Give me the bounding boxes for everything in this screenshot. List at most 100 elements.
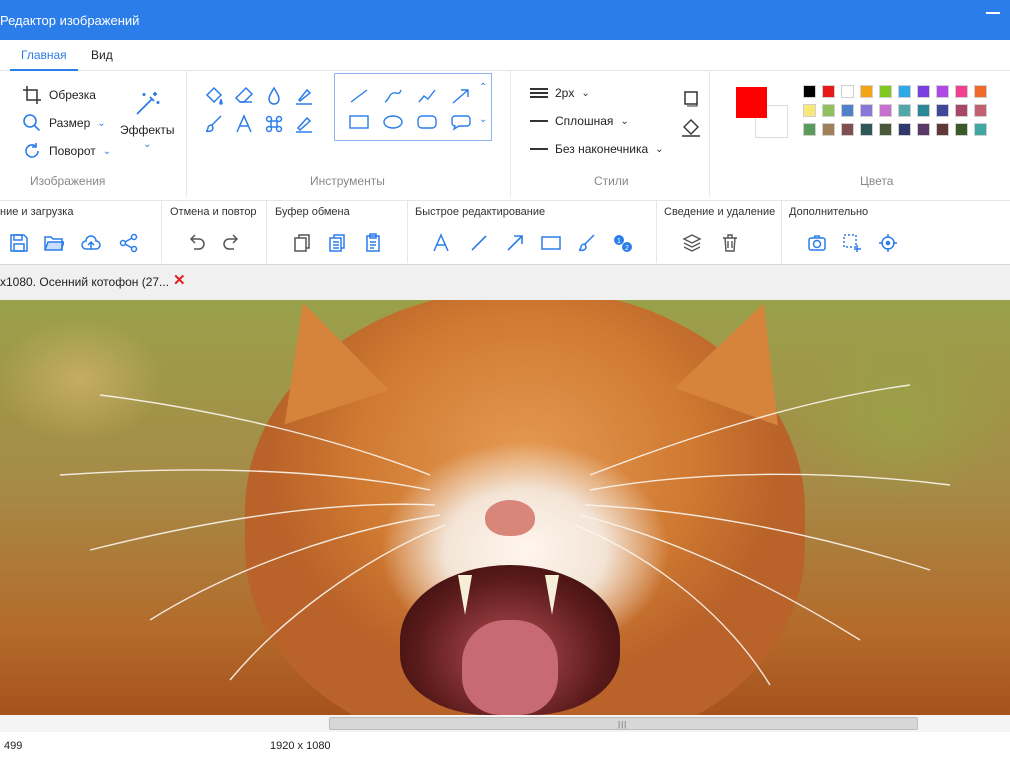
brush-icon[interactable] xyxy=(203,113,225,135)
color-swatch[interactable] xyxy=(974,85,987,98)
resize-button[interactable]: Размер ⌄ xyxy=(22,113,106,133)
tab-home[interactable]: Главная xyxy=(10,40,78,71)
rectangle-tool-icon[interactable] xyxy=(540,232,562,254)
text-tool-icon[interactable] xyxy=(430,232,452,254)
color-swatch[interactable] xyxy=(879,104,892,117)
stroke-width-dropdown[interactable]: 2px ⌄ xyxy=(530,86,590,100)
color-swatch[interactable] xyxy=(898,85,911,98)
color-swatch[interactable] xyxy=(936,123,949,136)
polyline-shape-icon[interactable] xyxy=(415,86,439,106)
color-swatch[interactable] xyxy=(860,104,873,117)
ribbon-divider xyxy=(186,71,187,197)
color-swatch[interactable] xyxy=(898,123,911,136)
chevron-down-icon: ⌄ xyxy=(143,139,152,150)
arrow-shape-icon[interactable] xyxy=(449,86,473,106)
color-swatch[interactable] xyxy=(822,123,835,136)
color-swatch[interactable] xyxy=(917,85,930,98)
color-swatch[interactable] xyxy=(860,123,873,136)
color-swatch[interactable] xyxy=(898,104,911,117)
color-swatch[interactable] xyxy=(974,104,987,117)
undo-icon[interactable] xyxy=(185,232,207,254)
redo-icon[interactable] xyxy=(221,232,243,254)
trash-icon[interactable] xyxy=(719,232,741,254)
target-capture-icon[interactable] xyxy=(877,232,899,254)
paste-copy-icon[interactable] xyxy=(326,232,348,254)
magnifier-icon xyxy=(22,113,42,133)
line-end-icon xyxy=(530,148,548,150)
rectangle-shape-icon[interactable] xyxy=(347,112,371,132)
ellipse-shape-icon[interactable] xyxy=(381,112,405,132)
region-select-icon[interactable] xyxy=(841,232,863,254)
line-tool-icon[interactable] xyxy=(468,232,490,254)
rotate-label: Поворот xyxy=(49,144,96,158)
drop-icon[interactable] xyxy=(263,85,285,107)
arrow-tool-icon[interactable] xyxy=(504,232,526,254)
flatten-layers-icon[interactable] xyxy=(681,232,703,254)
color-swatch[interactable] xyxy=(879,123,892,136)
effects-button[interactable]: Эффекты ⌄ xyxy=(120,89,175,150)
close-tab-icon[interactable]: ✕ xyxy=(173,273,186,289)
chevron-up-icon[interactable]: ⌃ xyxy=(479,82,487,93)
text-icon[interactable] xyxy=(233,113,255,135)
stroke-width-value: 2px xyxy=(555,86,575,100)
share-icon[interactable] xyxy=(118,232,140,254)
open-folder-icon[interactable] xyxy=(43,232,65,254)
image-canvas[interactable] xyxy=(0,300,1010,715)
color-swatch[interactable] xyxy=(879,85,892,98)
line-end-dropdown[interactable]: Без наконечника ⌄ xyxy=(530,142,664,156)
extra-section-label: Дополнительно xyxy=(789,206,869,218)
fill-bucket-icon[interactable] xyxy=(203,85,225,107)
tab-view[interactable]: Вид xyxy=(80,40,124,71)
curve-shape-icon[interactable] xyxy=(381,86,405,106)
color-swatch[interactable] xyxy=(936,104,949,117)
line-style-dropdown[interactable]: Сплошная ⌄ xyxy=(530,114,629,128)
copy-icon[interactable] xyxy=(291,232,313,254)
chevron-down-icon[interactable]: ⌄ xyxy=(479,114,487,125)
cursor-position: 499 xyxy=(4,740,23,752)
chevron-down-icon: ⌄ xyxy=(102,145,112,157)
screenshot-camera-icon[interactable] xyxy=(806,232,828,254)
callout-shape-icon[interactable] xyxy=(449,112,473,132)
pencil-icon[interactable] xyxy=(293,113,315,135)
crop-button[interactable]: Обрезка xyxy=(22,85,96,105)
color-swatch[interactable] xyxy=(917,104,930,117)
toolbar-divider xyxy=(407,201,408,263)
outline-square-icon[interactable] xyxy=(680,87,702,109)
color-swatch[interactable] xyxy=(841,104,854,117)
color-swatch[interactable] xyxy=(822,104,835,117)
color-swatch[interactable] xyxy=(955,104,968,117)
color-swatch[interactable] xyxy=(803,104,816,117)
image-dimensions: 1920 x 1080 xyxy=(270,740,331,752)
save-icon[interactable] xyxy=(8,232,30,254)
command-icon[interactable] xyxy=(263,113,285,135)
toolbar-divider xyxy=(656,201,657,263)
document-tab[interactable]: x1080. Осенний котофон (27... xyxy=(0,275,169,289)
line-shape-icon[interactable] xyxy=(347,86,371,106)
horizontal-scrollbar[interactable]: ||| xyxy=(0,715,1010,732)
color-swatch[interactable] xyxy=(841,123,854,136)
rotate-button[interactable]: Поворот ⌄ xyxy=(22,141,111,161)
rounded-rect-shape-icon[interactable] xyxy=(415,112,439,132)
primary-color[interactable] xyxy=(736,87,767,118)
highlighter-icon[interactable] xyxy=(293,85,315,107)
color-swatch[interactable] xyxy=(803,85,816,98)
color-swatch[interactable] xyxy=(974,123,987,136)
numbering-tool-icon[interactable]: 12 xyxy=(612,232,634,254)
minimize-button[interactable] xyxy=(986,12,1000,14)
color-swatch[interactable] xyxy=(955,85,968,98)
color-swatch[interactable] xyxy=(860,85,873,98)
color-swatch[interactable] xyxy=(936,85,949,98)
brush-tool-icon[interactable] xyxy=(576,232,598,254)
clipboard-icon[interactable] xyxy=(362,232,384,254)
fill-style-icon[interactable] xyxy=(680,117,702,139)
crop-icon xyxy=(22,85,42,105)
document-tabs: x1080. Осенний котофон (27... ✕ xyxy=(0,265,1010,300)
eraser-icon[interactable] xyxy=(233,85,255,107)
color-swatch[interactable] xyxy=(955,123,968,136)
color-swatch[interactable] xyxy=(917,123,930,136)
shapes-gallery: ⌃ ⌄ xyxy=(334,73,492,141)
cloud-upload-icon[interactable] xyxy=(80,232,102,254)
color-swatch[interactable] xyxy=(803,123,816,136)
color-swatch[interactable] xyxy=(841,85,854,98)
color-swatch[interactable] xyxy=(822,85,835,98)
